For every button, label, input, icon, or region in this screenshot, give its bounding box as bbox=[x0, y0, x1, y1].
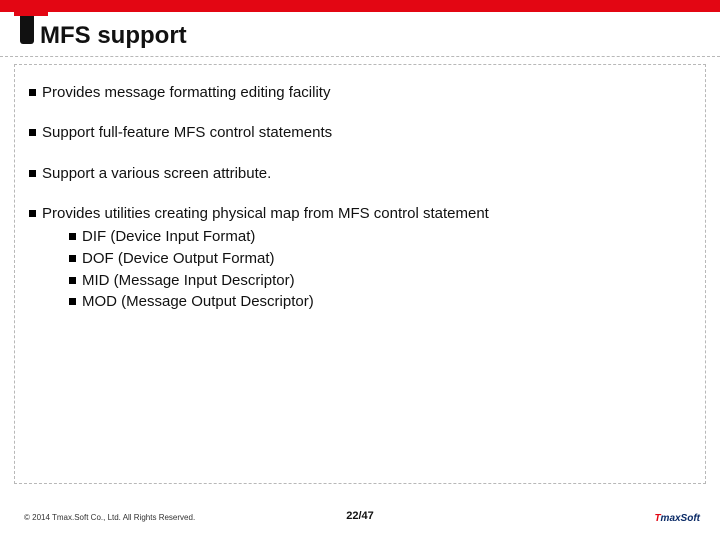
square-bullet-icon bbox=[29, 170, 36, 177]
footer-brand-logo: TmaxSoft bbox=[654, 513, 700, 524]
sub-bullet-text: MID (Message Input Descriptor) bbox=[82, 272, 295, 289]
square-bullet-icon bbox=[29, 129, 36, 136]
footer-logo-rest: maxSoft bbox=[661, 513, 700, 524]
bullet-item: Support a various screen attribute. bbox=[29, 164, 691, 184]
square-bullet-icon bbox=[69, 277, 76, 284]
square-bullet-icon bbox=[69, 255, 76, 262]
page-title: MFS support bbox=[40, 22, 187, 50]
sub-bullet-text: DIF (Device Input Format) bbox=[82, 228, 255, 245]
square-bullet-icon bbox=[29, 210, 36, 217]
bullet-item: Provides message formatting editing faci… bbox=[29, 83, 691, 103]
page-number: 22/47 bbox=[346, 510, 374, 522]
bullet-item: Provides utilities creating physical map… bbox=[29, 204, 691, 313]
bullet-item: Support full-feature MFS control stateme… bbox=[29, 123, 691, 143]
sub-bullet-text: MOD (Message Output Descriptor) bbox=[82, 293, 314, 310]
bullet-text: Provides message formatting editing faci… bbox=[42, 84, 330, 101]
sub-bullet-item: DOF (Device Output Format) bbox=[69, 248, 691, 270]
copyright-text: © 2014 Tmax.Soft Co., Ltd. All Rights Re… bbox=[24, 513, 195, 522]
sub-bullet-item: DIF (Device Input Format) bbox=[69, 226, 691, 248]
square-bullet-icon bbox=[29, 89, 36, 96]
sub-bullet-item: MOD (Message Output Descriptor) bbox=[69, 291, 691, 313]
content-area: Provides message formatting editing faci… bbox=[14, 64, 706, 484]
square-bullet-icon bbox=[69, 233, 76, 240]
sub-bullet-item: MID (Message Input Descriptor) bbox=[69, 270, 691, 292]
bullet-text: Provides utilities creating physical map… bbox=[42, 205, 489, 222]
top-red-bar bbox=[0, 0, 720, 12]
bullet-text: Support full-feature MFS control stateme… bbox=[42, 124, 332, 141]
sub-list: DIF (Device Input Format) DOF (Device Ou… bbox=[69, 226, 691, 313]
square-bullet-icon bbox=[69, 298, 76, 305]
bullet-text: Support a various screen attribute. bbox=[42, 165, 271, 182]
footer: © 2014 Tmax.Soft Co., Ltd. All Rights Re… bbox=[0, 500, 720, 528]
slide: MFS support Provides message formatting … bbox=[0, 0, 720, 540]
sub-bullet-text: DOF (Device Output Format) bbox=[82, 250, 275, 267]
title-divider bbox=[0, 56, 720, 57]
